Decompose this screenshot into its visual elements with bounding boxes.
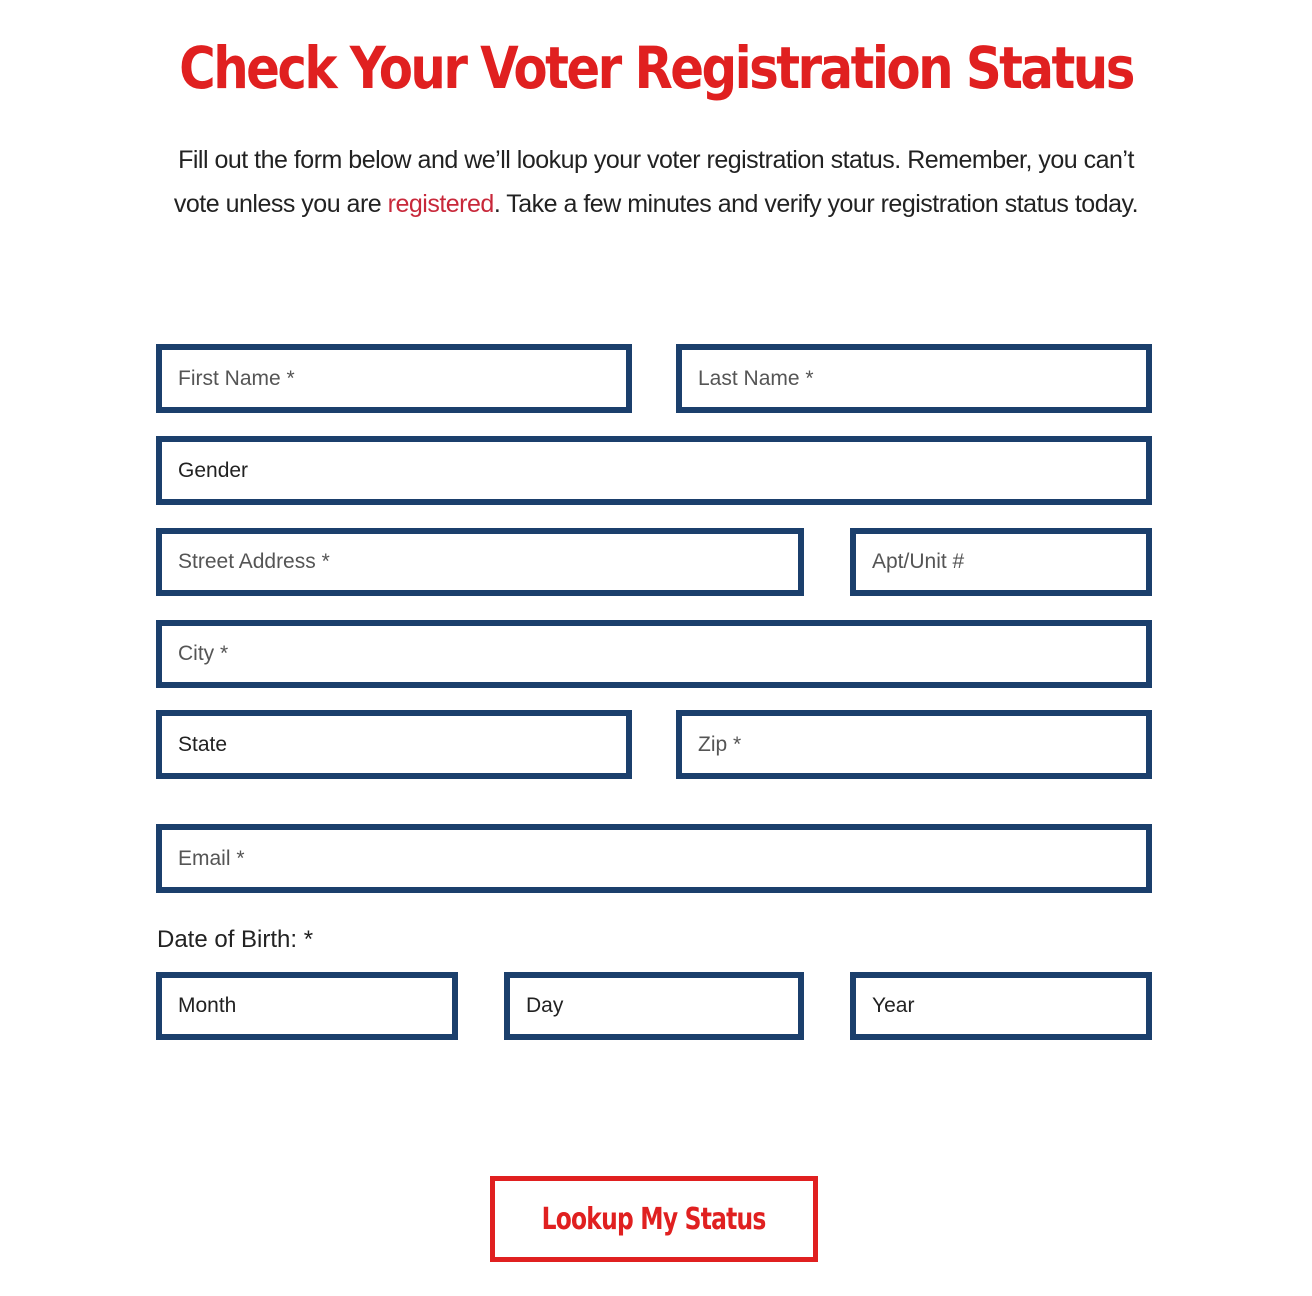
intro-text-after: . Take a few minutes and verify your reg… (493, 190, 1139, 218)
lookup-status-label: Lookup My Status (541, 1201, 767, 1237)
apt-unit-input[interactable]: Apt/Unit # (850, 528, 1152, 596)
month-select[interactable]: Month (156, 972, 458, 1040)
page-title: Check Your Voter Registration Status (179, 34, 1135, 102)
gender-select[interactable]: Gender (156, 436, 1152, 505)
state-select[interactable]: State (156, 710, 632, 779)
dob-label: Date of Birth: * (157, 926, 314, 953)
day-select[interactable]: Day (504, 972, 804, 1040)
lookup-status-button[interactable]: Lookup My Status (490, 1176, 818, 1262)
year-select[interactable]: Year (850, 972, 1152, 1040)
zip-input[interactable]: Zip * (676, 710, 1152, 779)
registered-link[interactable]: registered (388, 190, 495, 218)
email-input[interactable]: Email * (156, 824, 1152, 893)
street-address-input[interactable]: Street Address * (156, 528, 804, 596)
last-name-input[interactable]: Last Name * (676, 344, 1152, 413)
intro-text: Fill out the form below and we’ll lookup… (166, 138, 1146, 226)
first-name-input[interactable]: First Name * (156, 344, 632, 413)
city-input[interactable]: City * (156, 620, 1152, 688)
